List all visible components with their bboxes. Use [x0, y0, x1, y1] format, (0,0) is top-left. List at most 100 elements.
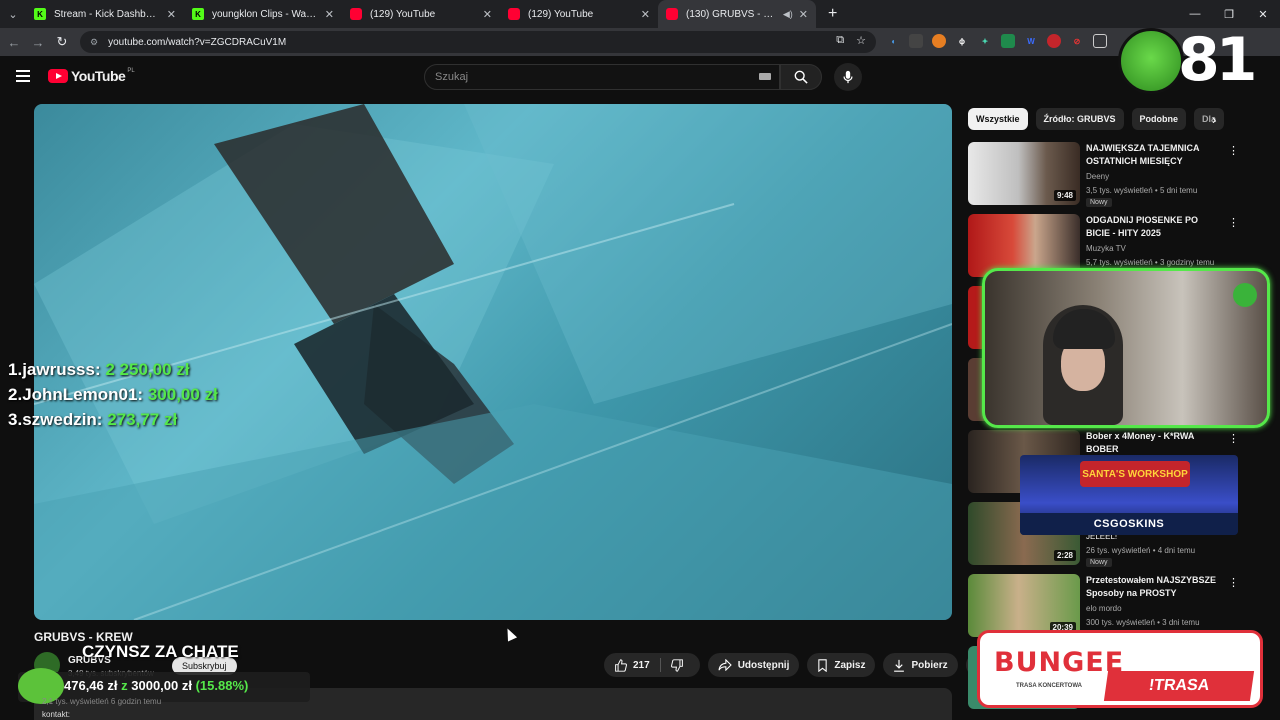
- rec-channel[interactable]: elo mordo: [1086, 604, 1122, 613]
- share-label: Udostępnij: [737, 659, 790, 671]
- goal-percent: (15.88%): [195, 678, 249, 693]
- donation-amount: 2 250,00 zł: [105, 360, 190, 379]
- url-field[interactable]: ⚙ youtube.com/watch?v=ZGCDRACuV1M ⧉ ☆: [80, 31, 876, 53]
- search-input[interactable]: Szukaj: [424, 64, 780, 90]
- extension-icon[interactable]: [909, 34, 923, 48]
- rec-meta: 5,7 tys. wyświetleń • 3 godziny temu: [1086, 258, 1215, 267]
- tour-promo: BUNGEE TRASA KONCERTOWA !TRASA: [977, 630, 1263, 708]
- chip-all[interactable]: Wszystkie: [968, 108, 1028, 130]
- more-options-icon[interactable]: ⋮: [1228, 432, 1239, 445]
- back-icon[interactable]: ←: [2, 35, 26, 50]
- bookmark-icon: [818, 658, 828, 672]
- new-tab-button[interactable]: +: [828, 5, 837, 23]
- new-badge: Nowy: [1086, 558, 1112, 567]
- rec-title[interactable]: Bober x 4Money - K*RWA BOBER: [1086, 430, 1220, 456]
- dislike-button[interactable]: [661, 653, 700, 677]
- donor-name: szwedzin:: [22, 410, 103, 429]
- sponsor-banner: SANTA'S WORKSHOP CSGOSKINS: [1020, 455, 1238, 535]
- chip-similar[interactable]: Podobne: [1131, 108, 1187, 130]
- download-icon: [894, 659, 905, 672]
- recommendation-item[interactable]: 20:39 Przetestowałem NAJSZYBSZE Sposoby …: [968, 574, 1239, 638]
- save-button[interactable]: Zapisz: [807, 653, 876, 677]
- browser-tab-0[interactable]: K Stream - Kick Dashboard ✕: [26, 0, 184, 28]
- more-options-icon[interactable]: ⋮: [1228, 576, 1239, 589]
- browser-tab-2[interactable]: (129) YouTube ✕: [342, 0, 500, 28]
- leaderboard-row: 1.jawrusss: 2 250,00 zł: [8, 357, 218, 382]
- extension-icon[interactable]: W: [1024, 34, 1038, 48]
- chevron-right-icon[interactable]: ›: [1212, 112, 1216, 127]
- bookmark-star-icon[interactable]: ☆: [856, 34, 866, 47]
- extension-icon[interactable]: [932, 34, 946, 48]
- chip-source[interactable]: Źródło: GRUBVS: [1035, 108, 1124, 130]
- share-button[interactable]: Udostępnij: [707, 653, 800, 677]
- search-icon: [794, 70, 808, 84]
- download-label: Pobierz: [911, 659, 948, 671]
- kick-icon: K: [34, 8, 46, 20]
- rec-title[interactable]: NAJWIĘKSZA TAJEMNICA OSTATNICH MIESIĘCY: [1086, 142, 1220, 168]
- extension-icon[interactable]: [1093, 34, 1107, 48]
- rank: 3.: [8, 410, 23, 429]
- stream-counter: 81: [1118, 20, 1268, 96]
- voice-search-button[interactable]: [834, 63, 862, 91]
- close-tab-icon[interactable]: ✕: [483, 8, 492, 21]
- more-options-icon[interactable]: ⋮: [1228, 144, 1239, 157]
- download-button[interactable]: Pobierz: [883, 653, 958, 677]
- streamer-webcam: [982, 268, 1270, 428]
- leaderboard-row: 3.szwedzin: 273,77 zł: [8, 407, 218, 432]
- goal-of: z: [121, 678, 128, 693]
- video-thumbnail[interactable]: 9:48: [968, 142, 1080, 205]
- donation-amount: 300,00 zł: [147, 385, 218, 404]
- thumbs-down-icon: [670, 658, 683, 672]
- rec-channel[interactable]: Muzyka TV: [1086, 244, 1126, 253]
- reload-icon[interactable]: ↻: [50, 34, 74, 50]
- rec-channel[interactable]: Deeny: [1086, 172, 1109, 181]
- close-tab-icon[interactable]: ✕: [325, 8, 334, 21]
- browser-tab-4[interactable]: (130) GRUBVS - KREW - Yo ◀) ✕: [658, 0, 816, 28]
- rec-meta: 300 tys. wyświetleń • 3 dni temu: [1086, 618, 1200, 627]
- rec-title[interactable]: ODGADNIJ PIOSENKE PO BICIE - HITY 2025: [1086, 214, 1220, 240]
- browser-tab-3[interactable]: (129) YouTube ✕: [500, 0, 658, 28]
- speaker-icon[interactable]: ◀): [783, 9, 793, 20]
- views-line: 2,1 tys. wyświetleń 6 godzin temu: [42, 697, 162, 706]
- donor-name: jawrusss:: [22, 360, 101, 379]
- promo-subtitle: TRASA KONCERTOWA: [1016, 683, 1082, 689]
- tab-search-icon[interactable]: ⌄: [0, 0, 26, 28]
- tab-label: youngklon Clips - Watch Live o: [212, 8, 319, 20]
- menu-icon[interactable]: [16, 70, 30, 82]
- search-button[interactable]: [780, 64, 822, 90]
- site-info-icon[interactable]: ⚙: [90, 37, 98, 48]
- rec-title[interactable]: Przetestowałem NAJSZYBSZE Sposoby na PRO…: [1086, 574, 1220, 600]
- browser-tab-1[interactable]: K youngklon Clips - Watch Live o ✕: [184, 0, 342, 28]
- logo-text: YouTube: [71, 68, 126, 84]
- close-tab-icon[interactable]: ✕: [167, 8, 176, 21]
- youtube-play-icon: [48, 69, 68, 83]
- extensions-bar: ◖ ɸ ✦ W ⊘: [886, 34, 1107, 48]
- forward-icon[interactable]: →: [26, 35, 50, 50]
- chip-for-you[interactable]: Dla: [1194, 108, 1225, 130]
- browser-tab-bar: ⌄ K Stream - Kick Dashboard ✕ K youngklo…: [0, 0, 1280, 28]
- extension-icon[interactable]: ⊘: [1070, 34, 1084, 48]
- search-placeholder: Szukaj: [435, 71, 469, 83]
- donation-leaderboard: 1.jawrusss: 2 250,00 zł 2.JohnLemon01: 3…: [8, 357, 218, 432]
- close-tab-icon[interactable]: ✕: [641, 8, 650, 21]
- duration-badge: 2:28: [1053, 550, 1076, 561]
- description-text: kontakt:: [42, 710, 71, 719]
- donor-name: JohnLemon01:: [22, 385, 144, 404]
- extension-icon[interactable]: ɸ: [955, 34, 969, 48]
- youtube-header: YouTube PL Szukaj: [0, 56, 1280, 100]
- tab-label: (129) YouTube: [370, 8, 436, 20]
- extension-icon[interactable]: ✦: [978, 34, 992, 48]
- save-label: Zapisz: [834, 659, 866, 671]
- recommendation-item[interactable]: 9:48 NAJWIĘKSZA TAJEMNICA OSTATNICH MIES…: [968, 142, 1239, 207]
- extension-icon[interactable]: ◖: [886, 34, 900, 48]
- close-tab-icon[interactable]: ✕: [799, 8, 808, 21]
- youtube-logo[interactable]: YouTube PL: [48, 68, 135, 84]
- more-options-icon[interactable]: ⋮: [1228, 216, 1239, 229]
- keyboard-icon[interactable]: [759, 73, 771, 80]
- extension-icon[interactable]: [1001, 34, 1015, 48]
- install-icon[interactable]: ⧉: [836, 34, 844, 47]
- video-thumbnail[interactable]: 20:39: [968, 574, 1080, 637]
- like-button[interactable]: 217: [604, 653, 660, 677]
- extension-icon[interactable]: [1047, 34, 1061, 48]
- youtube-icon: [508, 8, 520, 20]
